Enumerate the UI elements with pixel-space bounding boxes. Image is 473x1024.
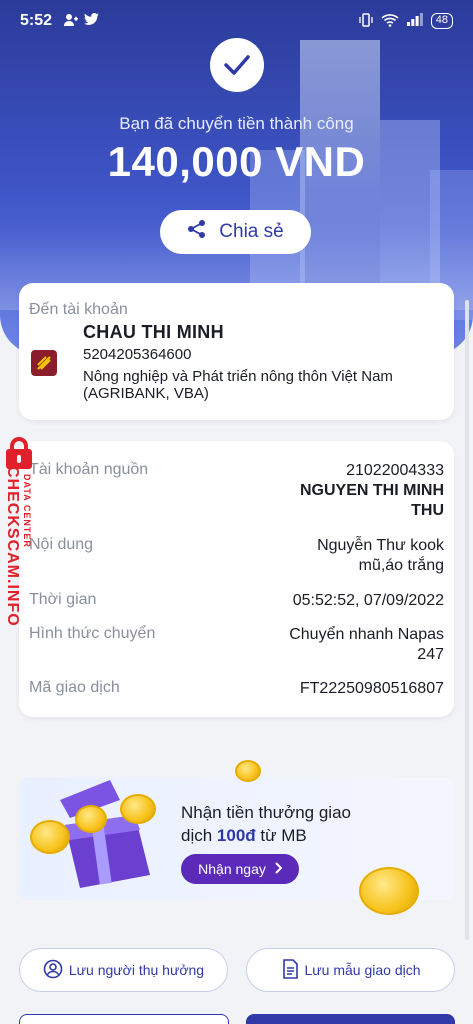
watermark: DATA CENTER CHECKSCAM.INFO xyxy=(2,437,32,662)
notification-icons xyxy=(64,12,100,30)
vibrate-icon xyxy=(359,12,373,30)
battery-indicator: 48 xyxy=(430,13,453,29)
status-bar: 5:52 48 xyxy=(0,0,473,42)
coin-icon xyxy=(359,867,419,915)
transaction-id-row: Mã giao dịch FT22250980516807 xyxy=(29,679,444,699)
status-time: 5:52 xyxy=(20,12,53,29)
coin-icon xyxy=(120,794,156,824)
agribank-logo-icon xyxy=(31,350,57,376)
promo-text: Nhận tiền thưởng giao dịch 100đ từ MB xyxy=(181,801,411,847)
recipient-label: Đến tài khoản xyxy=(29,301,128,318)
success-message: Bạn đã chuyển tiền thành công xyxy=(119,114,354,133)
method-row: Hình thức chuyển Chuyển nhanh Napas 247 xyxy=(29,625,444,665)
transaction-details-card: Tài khoản nguồn 21022004333 NGUYEN THI M… xyxy=(19,441,454,717)
claim-now-button[interactable]: Nhận ngay xyxy=(181,854,299,884)
promo-reward-amount: 100đ xyxy=(216,826,256,845)
method-label: Hình thức chuyển xyxy=(29,625,156,642)
share-button[interactable]: Chia sẻ xyxy=(160,210,311,254)
save-template-label: Lưu mẫu giao dịch xyxy=(304,962,421,978)
share-icon xyxy=(187,219,207,245)
time-label: Thời gian xyxy=(29,591,97,608)
scrollbar[interactable] xyxy=(465,300,469,940)
source-account-name: NGUYEN THI MINH THU xyxy=(300,482,444,519)
watermark-subtitle: DATA CENTER xyxy=(22,474,32,548)
source-account-row: Tài khoản nguồn 21022004333 NGUYEN THI M… xyxy=(29,461,444,521)
gift-box-icon xyxy=(30,760,261,890)
watermark-brand: CHECKSCAM.INFO xyxy=(4,466,21,627)
transaction-id-label: Mã giao dịch xyxy=(29,679,120,696)
system-icons: 48 xyxy=(359,12,453,30)
success-check-icon xyxy=(210,38,264,92)
recipient-name: CHAU THI MINH xyxy=(83,322,224,342)
person-add-icon xyxy=(64,13,79,30)
share-label: Chia sẻ xyxy=(219,221,284,242)
coin-icon xyxy=(75,805,107,833)
transaction-id-value: FT22250980516807 xyxy=(299,680,444,697)
promo-line-1: Nhận tiền thưởng giao xyxy=(181,803,351,822)
coin-icon xyxy=(30,820,70,854)
save-beneficiary-button[interactable]: Lưu người thụ hưởng xyxy=(19,948,228,992)
document-icon xyxy=(281,958,299,982)
content-row: Nội dung Nguyễn Thư kook mũ,áo trắng xyxy=(29,536,444,576)
time-value: 05:52:52, 07/09/2022 xyxy=(292,592,444,609)
secondary-action-button[interactable] xyxy=(19,1014,229,1024)
signal-icon xyxy=(406,13,423,29)
time-row: Thời gian 05:52:52, 07/09/2022 xyxy=(29,591,444,611)
content-label: Nội dung xyxy=(29,536,94,553)
content-value: Nguyễn Thư kook mũ,áo trắng xyxy=(317,537,444,574)
source-account-number: 21022004333 xyxy=(346,462,444,479)
twitter-icon xyxy=(84,12,100,30)
recipient-bank-name: Nông nghiệp và Phát triển nông thôn Việt… xyxy=(83,368,393,402)
promo-line-2-suffix: từ MB xyxy=(255,826,307,845)
method-value: Chuyển nhanh Napas 247 xyxy=(289,626,444,663)
primary-action-button[interactable] xyxy=(246,1014,455,1024)
chevron-right-icon xyxy=(274,861,283,877)
save-beneficiary-label: Lưu người thụ hưởng xyxy=(68,962,205,978)
user-circle-icon xyxy=(43,959,63,982)
recipient-card: Đến tài khoản CHAU THI MINH 520420536460… xyxy=(19,283,454,420)
promo-line-2-prefix: dịch xyxy=(181,826,217,845)
transfer-amount: 140,000 VND xyxy=(107,138,366,185)
recipient-account-number: 5204205364600 xyxy=(83,346,192,363)
coin-icon xyxy=(235,760,261,782)
wifi-icon xyxy=(381,13,399,30)
source-account-label: Tài khoản nguồn xyxy=(29,461,149,478)
save-template-button[interactable]: Lưu mẫu giao dịch xyxy=(246,948,455,992)
claim-now-label: Nhận ngay xyxy=(198,861,266,877)
